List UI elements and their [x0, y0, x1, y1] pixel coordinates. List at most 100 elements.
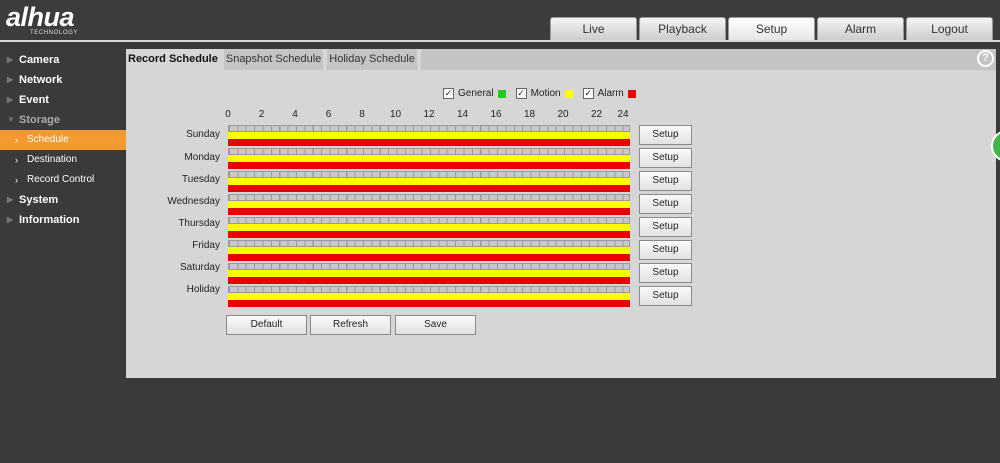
- general-slot-grid[interactable]: [228, 125, 630, 132]
- brand-logo: alhua: [6, 2, 75, 32]
- setup-button-wednesday[interactable]: Setup: [639, 194, 692, 214]
- sidebar-item-network[interactable]: ▶ Network: [0, 70, 126, 90]
- schedule-track-wednesday[interactable]: [228, 194, 630, 215]
- sidebar-item-system[interactable]: ▶ System: [0, 190, 126, 210]
- setup-button-friday[interactable]: Setup: [639, 240, 692, 260]
- sidebar-item-storage[interactable]: ▼ Storage: [0, 110, 126, 130]
- setup-button-tuesday[interactable]: Setup: [639, 171, 692, 191]
- hour-tick-label: 2: [258, 109, 265, 120]
- sidebar-item-label: Camera: [19, 54, 60, 66]
- hour-tick-label: 10: [389, 109, 402, 120]
- caret-right-icon: ▶: [7, 75, 14, 84]
- sidebar-item-label: System: [19, 194, 59, 206]
- sidebar-item-label: Event: [19, 94, 49, 106]
- caret-right-icon: ▶: [7, 215, 14, 224]
- record-type-legend: ✓ General ✓ Motion ✓ Alarm: [443, 88, 636, 99]
- day-label-wednesday: Wednesday: [167, 196, 220, 207]
- tab-playback[interactable]: Playback: [639, 17, 726, 40]
- header-divider: [0, 40, 1000, 42]
- setup-button-saturday[interactable]: Setup: [639, 263, 692, 283]
- motion-checkbox[interactable]: ✓: [515, 88, 527, 99]
- hour-tick-label: 4: [292, 109, 298, 120]
- day-label-holiday: Holiday: [186, 284, 220, 295]
- help-icon[interactable]: ?: [977, 50, 994, 67]
- motion-bar: [228, 132, 630, 139]
- caret-right-icon: ▶: [7, 195, 14, 204]
- hour-tick-label: 12: [423, 109, 435, 120]
- hour-tick-label: 22: [590, 109, 603, 120]
- schedule-track-thursday[interactable]: [228, 217, 630, 238]
- alarm-bar: [228, 208, 630, 215]
- sidebar-item-label: Schedule: [27, 134, 69, 145]
- tab-live[interactable]: Live: [550, 17, 637, 40]
- motion-bar: [228, 178, 630, 185]
- chevron-right-icon: ›: [15, 155, 18, 165]
- schedule-track-monday[interactable]: [228, 148, 630, 169]
- chevron-right-icon: ›: [15, 135, 18, 145]
- save-button[interactable]: Save: [395, 315, 476, 335]
- schedule-track-sunday[interactable]: [228, 125, 630, 146]
- legend-label: General: [458, 88, 494, 99]
- default-button[interactable]: Default: [226, 315, 307, 335]
- caret-down-icon: ▼: [7, 115, 15, 124]
- general-slot-grid[interactable]: [228, 286, 630, 293]
- legend-alarm: ✓ Alarm: [582, 88, 636, 99]
- alarm-checkbox[interactable]: ✓: [582, 88, 594, 99]
- tab-record-schedule[interactable]: Record Schedule: [126, 49, 224, 70]
- motion-bar: [228, 270, 630, 277]
- setup-button-thursday[interactable]: Setup: [639, 217, 692, 237]
- setup-button-monday[interactable]: Setup: [639, 148, 692, 168]
- legend-general: ✓ General: [443, 88, 506, 99]
- sidebar-item-schedule[interactable]: › Schedule: [0, 130, 126, 150]
- general-checkbox[interactable]: ✓: [443, 88, 454, 99]
- header-bar: alhua TECHNOLOGY Live Playback Setup Ala…: [0, 0, 1000, 42]
- caret-right-icon: ▶: [7, 95, 14, 104]
- day-label-thursday: Thursday: [178, 218, 220, 229]
- sidebar-item-event[interactable]: ▶ Event: [0, 90, 126, 110]
- general-slot-grid[interactable]: [228, 263, 630, 270]
- sidebar-item-information[interactable]: ▶ Information: [0, 210, 126, 230]
- schedule-track-friday[interactable]: [228, 240, 630, 261]
- chevron-right-icon: ›: [15, 175, 18, 185]
- general-slot-grid[interactable]: [228, 171, 630, 178]
- general-slot-grid[interactable]: [228, 148, 630, 155]
- general-color-swatch: [497, 89, 506, 98]
- hour-tick-label: 6: [325, 109, 332, 120]
- motion-bar: [228, 247, 630, 254]
- day-label-sunday: Sunday: [186, 129, 220, 140]
- motion-bar: [228, 224, 630, 231]
- general-slot-grid[interactable]: [228, 217, 630, 224]
- hour-tick-label: 18: [523, 109, 536, 120]
- tab-setup[interactable]: Setup: [728, 17, 815, 40]
- tab-logout[interactable]: Logout: [906, 17, 993, 40]
- tab-snapshot-schedule[interactable]: Snapshot Schedule: [223, 49, 328, 70]
- alarm-bar: [228, 254, 630, 261]
- sidebar-item-label: Destination: [27, 154, 78, 165]
- alarm-bar: [228, 139, 630, 146]
- sidebar-item-label: Record Control: [27, 174, 95, 185]
- general-slot-grid[interactable]: [228, 240, 630, 247]
- motion-color-swatch: [564, 89, 573, 98]
- general-slot-grid[interactable]: [228, 194, 630, 201]
- hour-tick-label: 16: [490, 109, 502, 120]
- sidebar-item-record-control[interactable]: › Record Control: [0, 170, 126, 190]
- schedule-track-holiday[interactable]: [228, 286, 630, 307]
- hour-scale: 0 2 4 6 8 10 12 14 16 18 20 22 24: [225, 109, 630, 121]
- sidebar-item-camera[interactable]: ▶ Camera: [0, 50, 126, 70]
- alarm-bar: [228, 231, 630, 238]
- caret-right-icon: ▶: [7, 55, 14, 64]
- top-navigation: Live Playback Setup Alarm Logout: [550, 17, 993, 40]
- tab-holiday-schedule[interactable]: Holiday Schedule: [327, 49, 421, 70]
- refresh-button[interactable]: Refresh: [310, 315, 391, 335]
- alarm-bar: [228, 162, 630, 169]
- schedule-track-saturday[interactable]: [228, 263, 630, 284]
- day-label-monday: Monday: [184, 152, 220, 163]
- schedule-track-tuesday[interactable]: [228, 171, 630, 192]
- tab-alarm[interactable]: Alarm: [817, 17, 904, 40]
- alarm-bar: [228, 277, 630, 284]
- setup-button-sunday[interactable]: Setup: [639, 125, 692, 145]
- sidebar-item-label: Network: [19, 74, 63, 86]
- sidebar-item-destination[interactable]: › Destination: [0, 150, 126, 170]
- setup-button-holiday[interactable]: Setup: [639, 286, 692, 306]
- sidebar-item-label: Storage: [19, 114, 60, 126]
